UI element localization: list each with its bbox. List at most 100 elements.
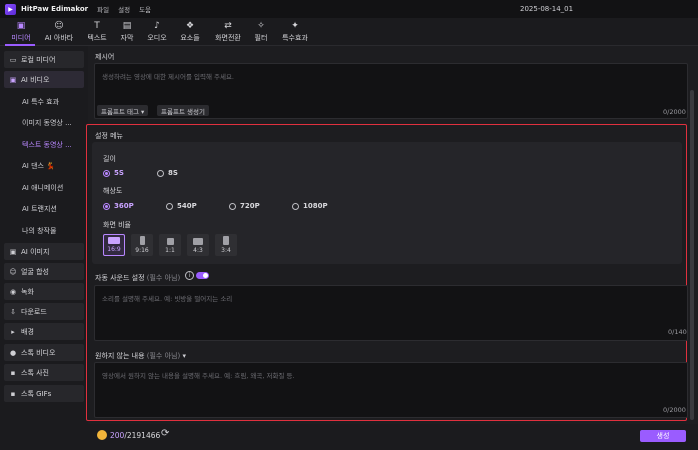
negative-input[interactable]: 영상에서 원하지 않는 내용을 설명해 주세요. 예: 흐림, 왜곡, 저화질 …: [94, 362, 688, 418]
sidebar-item-local-media[interactable]: ▭ 로컬 미디어: [4, 51, 84, 68]
tool-media[interactable]: ▣ 미디어: [6, 20, 36, 44]
download-icon: ⇩: [10, 307, 16, 316]
stock-photo-icon: ▪: [10, 368, 16, 377]
prompt-counter: 0/2000: [663, 108, 686, 116]
tool-transition[interactable]: ⇄ 화면전환: [210, 20, 246, 44]
prompt-generator-button[interactable]: 프롬프트 생성기: [157, 105, 209, 116]
chevron-down-icon: ▾: [182, 352, 186, 360]
chevron-right-icon: ▸: [11, 327, 15, 336]
sound-toggle[interactable]: [196, 272, 209, 279]
negative-placeholder: 영상에서 원하지 않는 내용을 설명해 주세요. 예: 흐림, 왜곡, 저화질 …: [102, 372, 295, 380]
scrollbar[interactable]: [690, 90, 694, 420]
sidebar-item-stock-gifs[interactable]: ▪ 스톡 GIFs: [4, 385, 84, 402]
tool-audio[interactable]: ♪ 오디오: [144, 20, 170, 44]
sidebar-sub-ai-animation[interactable]: AI 애니메이션: [22, 183, 63, 193]
resolution-label: 해상도: [103, 187, 123, 195]
sidebar-item-stock-photo[interactable]: ▪ 스톡 사진: [4, 364, 84, 381]
ratio-1-1-button[interactable]: 1:1: [159, 234, 181, 256]
ai-video-icon: ▣: [9, 75, 17, 84]
tool-ai-avatar[interactable]: ☺ AI 아바타: [42, 20, 76, 44]
radio-icon: [229, 202, 236, 210]
app-logo-icon: ▶: [5, 3, 16, 15]
menu-settings[interactable]: 설정: [118, 4, 130, 14]
radio-icon: [157, 169, 164, 177]
prompt-tag-button[interactable]: 프롬프트 태그 ▾: [97, 105, 149, 116]
ratio-3-4-button[interactable]: 3:4: [215, 234, 237, 256]
sidebar-item-download[interactable]: ⇩ 다운로드: [4, 303, 84, 320]
stock-video-icon: ●: [9, 348, 17, 357]
project-date: 2025-08-14_01: [520, 5, 574, 13]
radio-icon: [166, 202, 173, 210]
avatar-icon: ☺: [54, 21, 64, 31]
sidebar-item-ai-image[interactable]: ▣ AI 이미지: [4, 243, 84, 260]
aspect-ratio-label: 화면 비율: [103, 221, 131, 229]
app-title: HitPaw Edimakor: [21, 5, 89, 13]
ratio-16-9-button[interactable]: 16:9: [103, 234, 125, 256]
sidebar-sub-ai-effects[interactable]: AI 특수 효과: [22, 97, 59, 107]
gif-icon: ▪: [10, 389, 16, 398]
record-icon: ◉: [9, 287, 17, 296]
radio-selected-icon: [103, 169, 110, 177]
menu-help[interactable]: 도움: [139, 4, 151, 14]
tool-effects[interactable]: ✦ 특수효과: [278, 20, 312, 44]
media-icon: ▣: [16, 21, 26, 31]
image-icon: ▣: [9, 247, 17, 256]
coin-icon: [97, 430, 107, 440]
resolution-540p-radio[interactable]: 540P: [166, 202, 197, 210]
sidebar-item-background[interactable]: ▸ 배경: [4, 323, 84, 340]
info-icon[interactable]: i: [185, 271, 194, 280]
tool-elements[interactable]: ❖ 요소들: [176, 20, 204, 44]
refresh-icon[interactable]: ⟳: [161, 428, 169, 439]
effects-icon: ✦: [291, 21, 299, 31]
sidebar-sub-ai-dance[interactable]: AI 댄스 💃: [22, 161, 55, 171]
transition-icon: ⇄: [224, 21, 232, 31]
credits-display: 200/2191466: [110, 431, 161, 440]
ratio-9-16-icon: [139, 236, 145, 245]
prompt-label: 제시어: [95, 53, 115, 61]
main-toolbar: ▣ 미디어 ☺ AI 아바타 T 텍스트 ▤ 자막 ♪ 오디오 ❖ 요소들 ⇄ …: [0, 18, 698, 46]
sidebar-item-record[interactable]: ◉ 녹화: [4, 283, 84, 300]
radio-selected-icon: [103, 202, 110, 210]
settings-label: 설정 메뉴: [95, 132, 123, 140]
sidebar-item-face-swap[interactable]: ☺ 얼굴 합성: [4, 263, 84, 280]
sound-input[interactable]: 소리를 설명해 주세요. 예: 빗방울 떨어지는 소리: [94, 285, 688, 341]
ratio-3-4-icon: [223, 236, 229, 245]
filter-icon: ✧: [257, 21, 265, 31]
ratio-1-1-icon: [166, 238, 174, 245]
sidebar-sub-text-to-video[interactable]: 텍스트 동영상 ...: [22, 140, 72, 150]
negative-label[interactable]: 원하지 않는 내용 (필수 아님) ▾: [95, 351, 186, 361]
tool-filter[interactable]: ✧ 필터: [250, 20, 272, 44]
face-icon: ☺: [9, 267, 17, 276]
elements-icon: ❖: [185, 21, 195, 31]
sidebar-item-stock-video[interactable]: ● 스톡 비디오: [4, 344, 84, 361]
sidebar-sub-ai-transition[interactable]: AI 트랜지션: [22, 204, 57, 214]
generate-button[interactable]: 생성: [640, 430, 686, 442]
length-5s-radio[interactable]: 5S: [103, 169, 124, 177]
title-bar: ▶ HitPaw Edimakor 파일 설정 도움 2025-08-14_01: [0, 0, 698, 18]
negative-counter: 0/2000: [663, 406, 686, 414]
sidebar-sub-image-to-video[interactable]: 이미지 동영상 ...: [22, 118, 72, 128]
subtitle-icon: ▤: [122, 21, 132, 31]
length-8s-radio[interactable]: 8S: [157, 169, 178, 177]
folder-icon: ▭: [9, 55, 17, 64]
prompt-placeholder: 생성하려는 영상에 대한 제시어를 입력해 주세요.: [102, 73, 234, 81]
resolution-720p-radio[interactable]: 720P: [229, 202, 260, 210]
sidebar-item-ai-video[interactable]: ▣ AI 비디오: [4, 71, 84, 88]
audio-icon: ♪: [154, 21, 160, 31]
ratio-4-3-button[interactable]: 4:3: [187, 234, 209, 256]
bottom-bar: [88, 424, 698, 450]
tool-subtitle[interactable]: ▤ 자막: [116, 20, 138, 44]
ratio-4-3-icon: [193, 238, 203, 245]
length-label: 길이: [103, 155, 116, 163]
tool-text[interactable]: T 텍스트: [84, 20, 110, 44]
text-icon: T: [94, 21, 100, 31]
ratio-9-16-button[interactable]: 9:16: [131, 234, 153, 256]
radio-icon: [292, 202, 299, 210]
menu-file[interactable]: 파일: [97, 4, 109, 14]
sidebar-sub-my-creations[interactable]: 나의 창작물: [22, 226, 56, 236]
sound-counter: 0/140: [668, 328, 687, 336]
resolution-360p-radio[interactable]: 360P: [103, 202, 134, 210]
ratio-16-9-icon: [108, 237, 120, 244]
resolution-1080p-radio[interactable]: 1080P: [292, 202, 328, 210]
sound-placeholder: 소리를 설명해 주세요. 예: 빗방울 떨어지는 소리: [102, 295, 233, 303]
